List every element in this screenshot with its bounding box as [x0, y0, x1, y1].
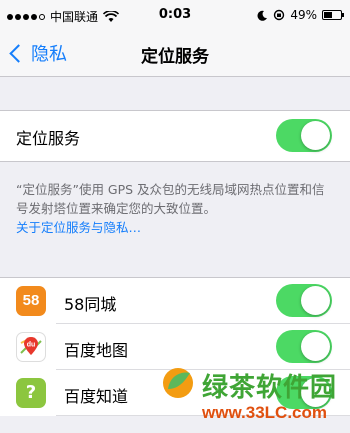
toggle-knob [301, 286, 330, 315]
location-services-group: 定位服务 [0, 110, 350, 162]
58-app-icon: 58 [16, 286, 46, 316]
location-services-row: 定位服务 [0, 111, 350, 161]
watermark-url: www.33LC.com [202, 403, 328, 422]
status-right: 49% [257, 8, 344, 22]
battery-fill [324, 12, 332, 18]
app-row-58tongcheng: 58 58同城 [0, 278, 350, 324]
location-services-label: 定位服务 [16, 129, 81, 148]
footer-text: “定位服务”使用 GPS 及众包的无线局域网热点位置和信号发射塔位置来确定您的大… [16, 182, 325, 216]
page-title: 定位服务 [141, 47, 209, 67]
privacy-link[interactable]: 关于定位服务与隐私… [16, 220, 141, 235]
app-row-baidu-map: du 百度地图 [0, 324, 350, 370]
watermark-logo-icon [163, 368, 193, 398]
app-name: 百度地图 [64, 341, 129, 360]
watermark: 绿茶软件园 www.33LC.com [150, 365, 350, 433]
app-name: 58同城 [64, 295, 117, 314]
status-bar: 中国联通 0:03 49% [0, 0, 350, 30]
moon-icon [257, 10, 268, 21]
toggle-knob [301, 332, 330, 361]
toggle-knob [301, 121, 330, 150]
baidu-zhidao-icon: ? [16, 378, 46, 408]
battery-percent: 49% [290, 8, 317, 22]
location-services-toggle[interactable] [276, 119, 332, 152]
map-pin-icon: du [20, 337, 42, 355]
icon-letters: du [27, 342, 36, 349]
battery-icon [322, 10, 344, 20]
rotation-lock-icon [274, 9, 285, 21]
location-services-footer: “定位服务”使用 GPS 及众包的无线局域网热点位置和信号发射塔位置来确定您的大… [16, 180, 336, 237]
navigation-bar: 隐私 定位服务 [0, 30, 350, 77]
watermark-title: 绿茶软件园 [202, 373, 338, 403]
app-toggle-baidu-map[interactable] [276, 330, 332, 363]
app-name: 百度知道 [64, 387, 129, 406]
app-toggle-58tongcheng[interactable] [276, 284, 332, 317]
baidu-map-icon: du [16, 332, 46, 362]
